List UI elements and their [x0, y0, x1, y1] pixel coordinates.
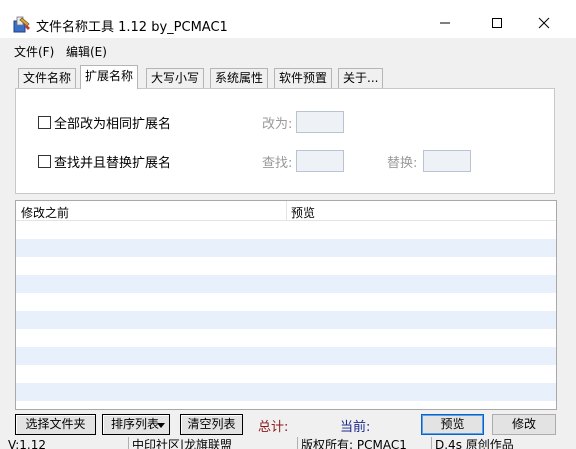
tab-upper-lower-case[interactable]: 大写小写: [146, 68, 205, 88]
tab-about[interactable]: 关于...: [338, 68, 384, 88]
replace-label: 替换:: [387, 156, 418, 171]
clear-list-button[interactable]: 清空列表: [180, 414, 243, 435]
tab-extension-name[interactable]: 扩展名称: [80, 65, 139, 89]
close-icon: [538, 17, 550, 29]
list-header: 修改之前 预览: [16, 201, 556, 221]
find-replace-option[interactable]: 查找并且替换扩展名: [38, 152, 171, 171]
change-to-input[interactable]: [296, 111, 344, 133]
tab-system-attributes[interactable]: 系统属性: [210, 68, 269, 88]
find-input[interactable]: [296, 150, 344, 172]
list-row-stripe: [16, 239, 556, 257]
extension-tab-panel: 全部改为相同扩展名 改为: 查找并且替换扩展名 查找: 替换:: [15, 88, 555, 194]
window-title: 文件名称工具 1.12 by_PCMAC1: [36, 20, 228, 35]
find-label: 查找:: [262, 156, 293, 171]
list-row-stripe: [16, 383, 556, 401]
find-replace-label: 查找并且替换扩展名: [54, 156, 172, 171]
total-count-label: 总计:: [258, 420, 289, 435]
minimize-button[interactable]: [422, 8, 468, 38]
status-author: D.4s 原创作品: [431, 437, 514, 449]
status-version: V:1.12: [8, 438, 46, 449]
same-extension-checkbox[interactable]: [38, 116, 51, 129]
current-item-label: 当前:: [340, 420, 371, 435]
change-to-label: 改为:: [262, 117, 293, 132]
title-bar[interactable]: 文件名称工具 1.12 by_PCMAC1: [0, 0, 576, 38]
same-extension-option[interactable]: 全部改为相同扩展名: [38, 113, 171, 132]
preview-button[interactable]: 预览: [421, 414, 484, 435]
minimize-icon: [440, 22, 450, 24]
column-header-before[interactable]: 修改之前: [21, 204, 69, 221]
sort-list-button[interactable]: 排序列表: [102, 414, 170, 435]
close-button[interactable]: [521, 8, 567, 38]
status-forum: 中印社区|龙旗联盟: [128, 437, 232, 449]
maximize-button[interactable]: [474, 8, 520, 38]
app-tools-icon: [13, 16, 30, 33]
tab-file-name[interactable]: 文件名称: [18, 68, 77, 88]
status-copyright: 版权所有: PCMAC1: [297, 437, 407, 449]
menu-bar: 文件(F) 编辑(E): [0, 40, 576, 62]
rename-list-view[interactable]: 修改之前 预览: [15, 200, 557, 410]
maximize-icon: [492, 18, 502, 28]
dropdown-arrow-icon: [157, 423, 165, 428]
modify-button[interactable]: 修改: [492, 414, 556, 435]
replace-input[interactable]: [423, 150, 471, 172]
column-divider[interactable]: [286, 201, 287, 221]
status-bar: V:1.12 中印社区|龙旗联盟 版权所有: PCMAC1 D.4s 原创作品: [0, 437, 576, 449]
menu-file[interactable]: 文件(F): [14, 43, 54, 60]
column-header-preview[interactable]: 预览: [291, 204, 315, 221]
list-row-stripe: [16, 311, 556, 329]
list-row-stripe: [16, 347, 556, 365]
find-replace-checkbox[interactable]: [38, 155, 51, 168]
choose-folder-button[interactable]: 选择文件夹: [15, 414, 96, 435]
tab-software-presets[interactable]: 软件预置: [274, 68, 333, 88]
list-row-stripe: [16, 275, 556, 293]
same-extension-label: 全部改为相同扩展名: [54, 117, 172, 132]
menu-edit[interactable]: 编辑(E): [66, 43, 107, 60]
sort-list-label: 排序列表: [111, 417, 160, 431]
